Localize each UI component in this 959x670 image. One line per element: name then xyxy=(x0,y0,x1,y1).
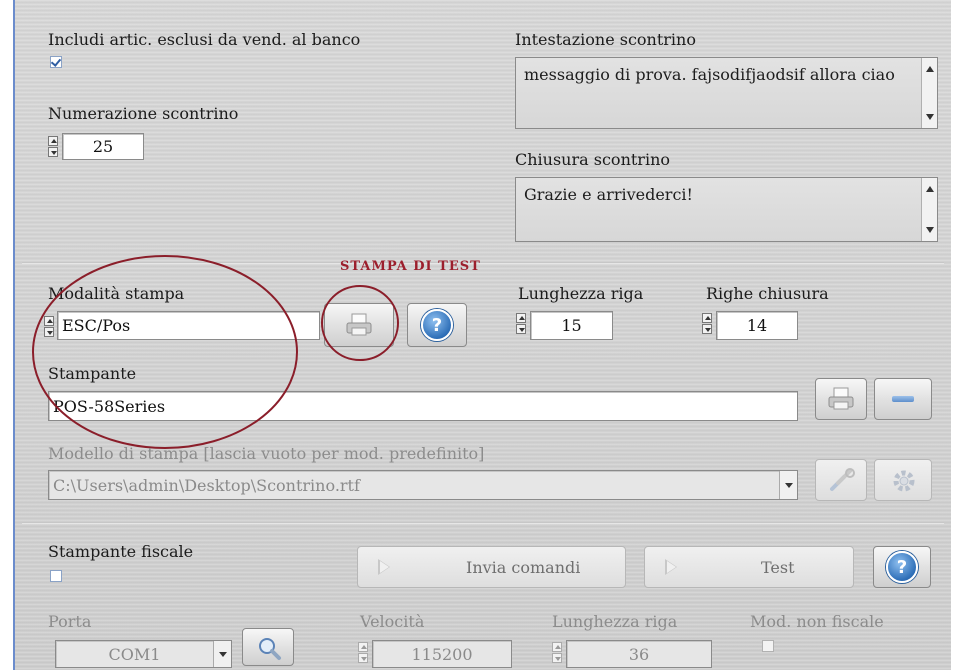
tools-icon xyxy=(830,468,855,491)
closing-lines-spinner[interactable] xyxy=(702,313,712,335)
line-length-input[interactable]: 15 xyxy=(530,311,613,340)
fiscal-printer-checkbox[interactable] xyxy=(50,570,62,582)
printer-label: Stampante xyxy=(48,364,137,383)
line-length-spinner[interactable] xyxy=(516,313,526,335)
non-fiscal-mode-checkbox[interactable] xyxy=(762,640,774,652)
help-icon: ? xyxy=(886,551,918,583)
spinner-down-arrow[interactable] xyxy=(702,324,712,334)
play-icon xyxy=(378,559,390,575)
printer-icon xyxy=(346,313,372,336)
receipt-closing-textarea[interactable]: Grazie e arrivederci! xyxy=(515,177,938,242)
include-excluded-checkbox[interactable] xyxy=(50,56,62,68)
spinner-up-arrow[interactable] xyxy=(44,316,54,326)
receipt-header-text: messaggio di prova. fajsodifjaodsif allo… xyxy=(524,65,895,84)
fiscal-line-length-input[interactable]: 36 xyxy=(566,640,712,668)
fiscal-help-button[interactable]: ? xyxy=(873,546,931,588)
receipt-numbering-input[interactable]: 25 xyxy=(62,133,144,160)
receipt-closing-scrollbar[interactable] xyxy=(921,178,937,241)
fiscal-line-length-label: Lunghezza riga xyxy=(552,612,678,631)
non-fiscal-mode-label: Mod. non fiscale xyxy=(750,612,884,631)
port-value: COM1 xyxy=(108,644,161,664)
template-settings-button[interactable] xyxy=(874,459,932,501)
printer-input[interactable]: POS-58Series xyxy=(48,391,798,421)
section-separator xyxy=(22,522,944,524)
gear-icon xyxy=(893,470,915,492)
spinner-down-arrow[interactable] xyxy=(44,327,54,337)
fiscal-line-length-spinner[interactable] xyxy=(552,642,562,664)
right-border xyxy=(951,0,959,670)
print-template-value: C:\Users\admin\Desktop\Scontrino.rtf xyxy=(53,476,360,495)
clear-printer-button[interactable] xyxy=(874,378,932,420)
settings-window: Includi artic. esclusi da vend. al banco… xyxy=(0,0,959,670)
closing-lines-input[interactable]: 14 xyxy=(716,311,798,340)
spinner-up-arrow[interactable] xyxy=(702,313,712,323)
speed-label: Velocità xyxy=(360,612,425,631)
print-mode-label: Modalità stampa xyxy=(48,284,185,303)
spinner-up-arrow[interactable] xyxy=(358,642,368,652)
select-printer-button[interactable] xyxy=(815,378,867,420)
fiscal-test-button[interactable]: Test xyxy=(644,546,854,588)
search-ports-button[interactable] xyxy=(242,628,294,666)
left-border xyxy=(0,0,15,670)
spinner-down-arrow[interactable] xyxy=(48,147,58,157)
spinner-down-arrow[interactable] xyxy=(516,324,526,334)
spinner-up-arrow[interactable] xyxy=(516,313,526,323)
spinner-up-arrow[interactable] xyxy=(48,136,58,146)
closing-lines-label: Righe chiusura xyxy=(706,284,829,303)
receipt-header-label: Intestazione scontrino xyxy=(515,30,696,49)
receipt-numbering-spinner[interactable] xyxy=(48,136,58,158)
search-icon xyxy=(259,638,281,660)
print-template-label: Modello di stampa [lascia vuoto per mod.… xyxy=(48,444,485,463)
receipt-closing-label: Chiusura scontrino xyxy=(515,150,670,169)
spinner-down-arrow[interactable] xyxy=(552,653,562,663)
test-print-button[interactable] xyxy=(324,303,394,347)
include-excluded-label: Includi artic. esclusi da vend. al banco xyxy=(48,30,361,49)
receipt-numbering-label: Numerazione scontrino xyxy=(48,104,239,123)
minus-icon xyxy=(892,396,914,402)
port-select[interactable]: COM1 xyxy=(55,640,232,668)
line-length-label: Lunghezza riga xyxy=(518,284,644,303)
spinner-down-arrow[interactable] xyxy=(358,653,368,663)
help-icon: ? xyxy=(421,309,453,341)
section-separator xyxy=(22,262,944,264)
print-help-button[interactable]: ? xyxy=(407,303,467,347)
receipt-header-scrollbar[interactable] xyxy=(921,58,937,128)
edit-template-button[interactable] xyxy=(815,459,867,501)
chevron-down-icon[interactable] xyxy=(779,471,797,499)
spinner-up-arrow[interactable] xyxy=(552,642,562,652)
fiscal-printer-label: Stampante fiscale xyxy=(48,542,194,561)
printer-icon xyxy=(828,387,854,410)
port-label: Porta xyxy=(48,612,92,631)
send-commands-button[interactable]: Invia comandi xyxy=(357,546,626,588)
send-commands-label: Invia comandi xyxy=(466,558,581,577)
speed-input[interactable]: 115200 xyxy=(372,640,512,668)
speed-spinner[interactable] xyxy=(358,642,368,664)
print-mode-input[interactable]: ESC/Pos xyxy=(57,311,320,340)
chevron-down-icon[interactable] xyxy=(213,641,231,667)
print-template-select[interactable]: C:\Users\admin\Desktop\Scontrino.rtf xyxy=(48,470,798,500)
receipt-closing-text: Grazie e arrivederci! xyxy=(524,185,693,204)
play-icon xyxy=(665,559,677,575)
fiscal-test-label: Test xyxy=(761,558,795,577)
print-mode-spinner[interactable] xyxy=(44,316,54,338)
receipt-header-textarea[interactable]: messaggio di prova. fajsodifjaodsif allo… xyxy=(515,57,938,129)
annotation-title: STAMPA DI TEST xyxy=(340,259,481,274)
